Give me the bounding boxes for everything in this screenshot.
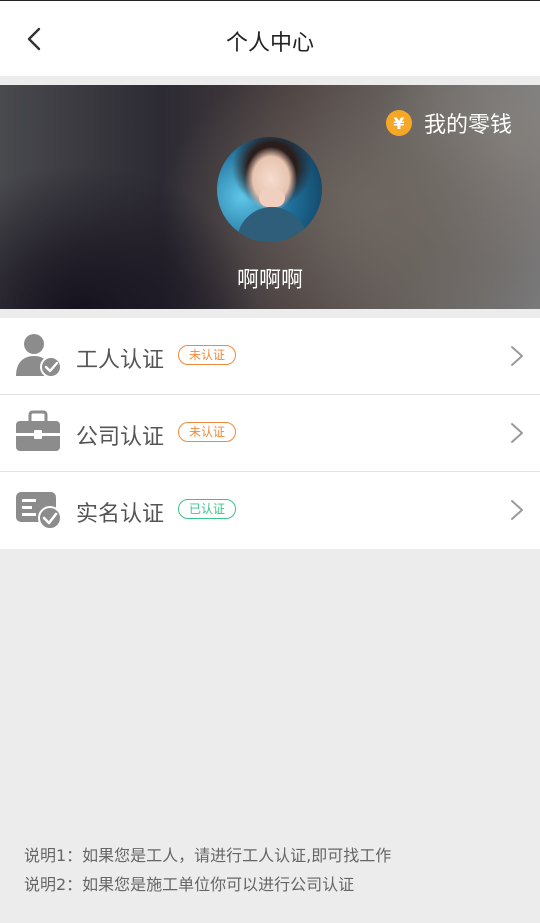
chevron-right-icon bbox=[511, 346, 523, 366]
status-badge: 未认证 bbox=[178, 345, 237, 365]
list-item-label: 实名认证 bbox=[76, 502, 165, 527]
status-badge: 已认证 bbox=[178, 499, 237, 519]
profile-banner: ¥ 我的零钱 啊啊啊 bbox=[0, 85, 540, 309]
avatar-body bbox=[237, 207, 307, 242]
briefcase-icon bbox=[16, 410, 60, 451]
page-title: 个人中心 bbox=[225, 31, 314, 56]
avatar-hand bbox=[259, 189, 285, 207]
header-bar: 个人中心 bbox=[0, 1, 540, 76]
list-item-label: 公司认证 bbox=[76, 425, 165, 450]
list-item-worker-verify[interactable]: 工人认证 未认证 bbox=[0, 318, 540, 395]
id-card-check-icon bbox=[16, 492, 62, 530]
list-item-label: 工人认证 bbox=[76, 348, 165, 373]
chevron-right-icon bbox=[511, 423, 523, 443]
wallet-label: 我的零钱 bbox=[423, 113, 512, 138]
instruction-line: 说明2：如果您是施工单位你可以进行公司认证 bbox=[24, 875, 355, 894]
wallet-button[interactable]: ¥ 我的零钱 bbox=[385, 107, 512, 139]
avatar[interactable] bbox=[217, 137, 322, 242]
worker-verify-icon bbox=[16, 334, 62, 378]
list-item-realname-verify[interactable]: 实名认证 已认证 bbox=[0, 472, 540, 549]
instruction-line: 说明1：如果您是工人，请进行工人认证,即可找工作 bbox=[24, 846, 392, 865]
verification-list: 工人认证 未认证 公司认证 未认证 实名认证 已认证 bbox=[0, 318, 540, 549]
user-name: 啊啊啊 bbox=[236, 268, 303, 293]
list-item-company-verify[interactable]: 公司认证 未认证 bbox=[0, 395, 540, 472]
status-badge: 未认证 bbox=[178, 422, 237, 442]
chevron-right-icon bbox=[511, 500, 523, 520]
yen-icon: ¥ bbox=[385, 110, 412, 136]
instructions: 说明1：如果您是工人，请进行工人认证,即可找工作 说明2：如果您是施工单位你可以… bbox=[24, 841, 391, 899]
